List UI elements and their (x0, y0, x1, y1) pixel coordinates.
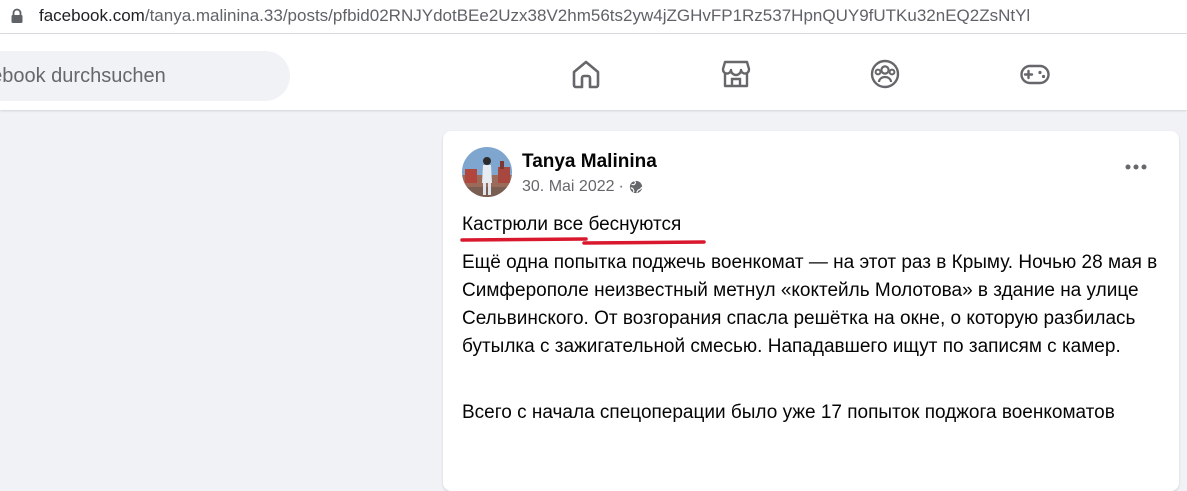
post-date[interactable]: 30. Mai 2022 (522, 177, 615, 197)
lock-icon (11, 8, 23, 23)
avatar[interactable] (462, 147, 512, 197)
meta-separator: · (618, 178, 624, 195)
post-card: Tanya Malinina 30. Mai 2022 · Кастрюли в… (443, 131, 1179, 491)
url-path: /tanya.malinina.33/posts/pfbid02RNJYdotB… (144, 6, 1031, 25)
home-icon[interactable] (570, 58, 602, 90)
red-underline-annotation (460, 237, 706, 245)
url-text[interactable]: facebook.com/tanya.malinina.33/posts/pfb… (39, 6, 1030, 26)
post-meta: 30. Mai 2022 · (522, 177, 643, 197)
search-placeholder: acebook durchsuchen (0, 65, 166, 87)
avatar-image (462, 147, 512, 197)
browser-address-bar[interactable]: facebook.com/tanya.malinina.33/posts/pfb… (0, 0, 1187, 34)
post-paragraph: Всего с начала спецоперации было уже 17 … (462, 402, 1115, 423)
author-name[interactable]: Tanya Malinina (522, 151, 657, 173)
gaming-icon[interactable] (1019, 58, 1051, 90)
search-input[interactable]: acebook durchsuchen (0, 51, 290, 101)
post-paragraph: Ещё одна попытка поджечь военкомат — на … (462, 252, 1158, 357)
more-options-icon[interactable] (1123, 157, 1149, 177)
groups-icon[interactable] (869, 58, 901, 90)
url-host: facebook.com (39, 6, 145, 25)
globe-icon (629, 180, 643, 194)
facebook-header: acebook durchsuchen (0, 34, 1187, 110)
marketplace-icon[interactable] (720, 58, 752, 90)
